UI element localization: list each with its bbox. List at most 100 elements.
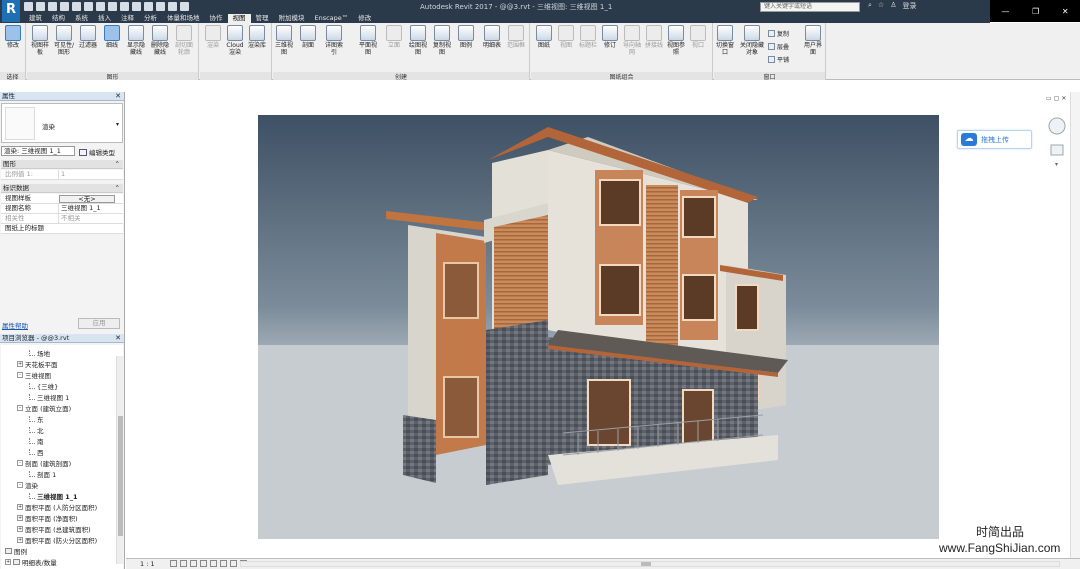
expand-icon[interactable]: + [17,503,23,510]
browser-tree-item[interactable]: - 三维视图 [17,370,51,380]
matchline-button[interactable]: 拼接线 [643,25,665,49]
redo-icon[interactable] [72,2,81,11]
tab-architecture[interactable]: 建筑 [24,14,47,23]
print-icon[interactable] [84,2,93,11]
sun-path-icon[interactable] [190,560,197,567]
property-value[interactable]: 不相关 [58,214,122,223]
browser-tree-item[interactable]: {三维} [29,381,58,391]
lock-view-icon[interactable] [220,560,227,567]
property-value[interactable]: 三维视图 1_1 [58,204,122,213]
browser-tree-item[interactable]: 图例 [5,546,27,556]
scope-box-button[interactable]: 范围框 [505,25,527,49]
dimension-icon[interactable] [108,2,117,11]
show-hidden-lines-button[interactable]: 显示隐藏线 [125,25,147,56]
browser-tree-item[interactable]: 东 [29,414,44,424]
tile-button[interactable]: 平铺 [768,55,789,64]
viewcube-icon[interactable] [1048,117,1066,135]
browser-tree-item[interactable]: 剖面 1 [29,469,56,479]
browser-tree-item[interactable]: 北 [29,425,44,435]
drafting-view-button[interactable]: 绘图视图 [407,25,429,56]
view-reference-button[interactable]: 视图参照 [665,25,687,56]
schedules-button[interactable]: 明细表 [481,25,503,49]
cloud-render-button[interactable]: Cloud渲染 [224,25,246,56]
expand-icon[interactable]: + [5,558,11,565]
view-template-button[interactable]: 视图样板 [29,25,51,56]
view-template-value-button[interactable]: <无> [59,195,115,203]
expand-icon[interactable]: + [17,536,23,543]
browser-tree-item[interactable]: + 明细表/数量 [5,557,57,567]
sheet-button[interactable]: 图纸 [533,25,555,49]
type-selector[interactable]: 渲染 ▾ [1,103,123,143]
close-windows-icon[interactable] [168,2,177,11]
remove-hidden-lines-button[interactable]: 删除隐藏线 [149,25,171,56]
browser-tree-item[interactable]: + 面积平面 (人防分区面积) [17,502,97,512]
star-icon[interactable]: ☆ [878,1,884,11]
binoculars-icon[interactable]: ⌕ [868,1,872,11]
browser-tree-item[interactable]: - 剖面 (建筑剖面) [17,458,71,468]
tab-systems[interactable]: 系统 [70,14,93,23]
section-identity[interactable]: 标识数据 ⌃ [1,184,123,193]
render-button[interactable]: 渲染 [202,25,224,49]
expand-icon[interactable]: + [17,514,23,521]
canvas-vertical-scrollbar[interactable] [1070,92,1080,558]
expand-icon[interactable]: + [17,525,23,532]
canvas-horizontal-scrollbar[interactable] [240,561,1060,567]
section-button[interactable]: 剖面 [297,25,319,49]
tab-massing[interactable]: 体量和场地 [162,14,205,23]
detail-level-icon[interactable] [170,560,177,567]
browser-tree-item[interactable]: + 天花板平面 [17,359,58,369]
search-input[interactable]: 键入关键字或短语 [760,2,860,12]
property-value[interactable]: 1 [58,170,122,179]
3d-view-button[interactable]: 三维视图 [273,25,295,56]
thin-lines-button[interactable]: 细线 [101,25,123,49]
browser-scrollbar[interactable] [116,356,123,564]
switch-windows-button[interactable]: 切换窗口 [714,25,736,56]
visual-style-icon[interactable] [180,560,187,567]
browser-tree-item[interactable]: 南 [29,436,44,446]
3d-view-icon[interactable] [132,2,141,11]
view-scale[interactable]: 1 : 1 [140,560,155,568]
crop-view-icon[interactable] [230,560,237,567]
drag-upload-button[interactable]: ☁ 拖拽上传 [957,130,1032,149]
scrollbar-thumb[interactable] [641,562,651,566]
steering-wheel-icon[interactable] [1050,144,1064,156]
edit-type-button[interactable]: 编辑类型 [79,147,115,157]
section-graphics[interactable]: 图形 ⌃ [1,160,123,169]
minimize-button[interactable]: — [1001,7,1009,16]
browser-tree-item[interactable]: + 面积平面 (净面积) [17,513,78,523]
tab-modify[interactable]: 修改 [353,14,376,23]
tab-addins[interactable]: 附加模块 [274,14,310,23]
collapse-icon[interactable]: - [17,459,23,466]
apply-button[interactable]: 应用 [78,318,120,329]
switch-windows-icon[interactable] [180,2,189,11]
legends-button[interactable]: 图例 [455,25,477,49]
maximize-button[interactable]: ❐ [1032,7,1039,16]
close-hidden-button[interactable]: 关闭隐藏对象 [738,25,766,56]
undo-icon[interactable] [60,2,69,11]
measure-icon[interactable] [96,2,105,11]
plan-views-button[interactable]: 平面视图 [357,25,379,56]
text-icon[interactable] [120,2,129,11]
elevation-button[interactable]: 立面 [383,25,405,49]
thin-lines-icon[interactable] [156,2,165,11]
place-view-button[interactable]: 视图 [555,25,577,49]
browser-tree-item[interactable]: 西 [29,447,44,457]
browser-tree-item[interactable]: - 渲染 [17,480,38,490]
open-icon[interactable] [24,2,33,11]
scrollbar-thumb[interactable] [118,416,123,536]
render-dialog-icon[interactable] [210,560,217,567]
tab-annotate[interactable]: 注释 [116,14,139,23]
modify-button[interactable]: 修改 [2,25,24,49]
collapse-icon[interactable]: - [17,404,23,411]
login-link[interactable]: 登录 [902,1,916,11]
tab-structure[interactable]: 结构 [47,14,70,23]
collapse-icon[interactable]: - [17,371,23,378]
close-button[interactable]: ✕ [1062,7,1069,16]
browser-tree-item[interactable]: 三维视图 1 [29,392,69,402]
tab-analyze[interactable]: 分析 [139,14,162,23]
tab-collaborate[interactable]: 协作 [205,14,228,23]
close-icon[interactable]: ✕ [115,92,121,101]
instance-filter-dropdown[interactable]: 渲染: 三维视图 1_1 [1,146,75,156]
browser-tree-item[interactable]: - 立面 (建筑立面) [17,403,71,413]
app-menu-button[interactable]: R [2,0,20,22]
